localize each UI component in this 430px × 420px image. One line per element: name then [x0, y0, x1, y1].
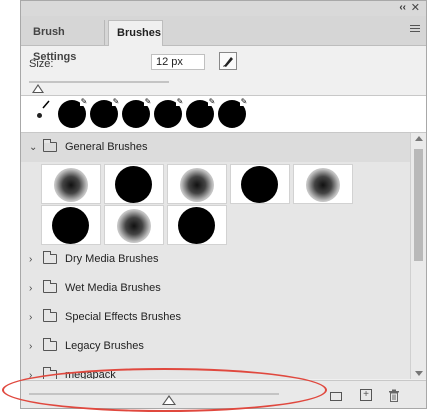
tab-bar: Brush Settings Brushes — [21, 16, 426, 63]
collapse-panel-icon[interactable]: ‹‹ — [399, 2, 406, 13]
tab-brushes[interactable]: Brushes — [108, 20, 163, 46]
brush-group-list: ⌄ General Brushes › Dry Media Brushes › … — [21, 133, 410, 379]
brush-tip-hard[interactable] — [41, 205, 101, 245]
scrollbar-thumb[interactable] — [414, 149, 423, 261]
folder-icon — [43, 338, 57, 351]
group-general-brushes[interactable]: ⌄ General Brushes — [21, 133, 410, 162]
group-label: Wet Media Brushes — [65, 282, 161, 294]
brush-edit-icon[interactable] — [219, 52, 237, 70]
group-label: Legacy Brushes — [65, 340, 144, 352]
pen-icon: ✎ — [144, 97, 152, 106]
chevron-right-icon[interactable]: › — [29, 361, 32, 379]
pen-icon: ✎ — [176, 97, 184, 106]
group-label: General Brushes — [65, 141, 148, 153]
brush-tip-hard[interactable] — [167, 205, 227, 245]
group-legacy-brushes[interactable]: › Legacy Brushes — [21, 332, 410, 361]
close-panel-icon[interactable]: ✕ — [411, 1, 420, 14]
new-group-folder-icon[interactable] — [330, 392, 342, 401]
pen-icon: ✎ — [80, 97, 88, 106]
group-megapack[interactable]: › megapack — [21, 361, 410, 379]
recent-brush-item[interactable]: ✎ — [57, 97, 88, 128]
chevron-right-icon[interactable]: › — [29, 274, 32, 303]
folder-icon — [43, 251, 57, 264]
size-slider-track[interactable] — [29, 81, 169, 83]
pen-icon: ✎ — [240, 97, 248, 106]
scroll-up-arrow-icon[interactable] — [415, 136, 423, 141]
brush-tip-hard[interactable] — [230, 164, 290, 204]
brush-tip-soft[interactable] — [293, 164, 353, 204]
preview-size-slider-track[interactable] — [29, 393, 279, 395]
bottom-toolbar: + — [21, 380, 426, 408]
new-brush-icon[interactable]: + — [360, 389, 372, 401]
scroll-down-arrow-icon[interactable] — [415, 371, 423, 376]
panel-title-strip: ‹‹ ✕ — [21, 1, 426, 17]
size-slider-thumb[interactable] — [32, 84, 44, 93]
folder-icon — [43, 367, 57, 379]
recent-brush-item[interactable]: ✎ — [121, 97, 152, 128]
recent-brush-item[interactable]: ✎ — [185, 97, 216, 128]
brushes-panel: ‹‹ ✕ Brush Settings Brushes Size: 12 px … — [20, 0, 427, 409]
brush-tip-soft[interactable] — [104, 205, 164, 245]
recent-brushes-strip: ✎ ✎ ✎ ✎ ✎ ✎ — [21, 95, 426, 133]
pen-icon: ✎ — [208, 97, 216, 106]
folder-icon — [43, 139, 57, 152]
folder-icon — [43, 280, 57, 293]
group-label: Special Effects Brushes — [65, 311, 181, 323]
group-wet-media-brushes[interactable]: › Wet Media Brushes — [21, 274, 410, 303]
size-input[interactable]: 12 px — [151, 54, 205, 70]
group-label: Dry Media Brushes — [65, 253, 159, 265]
recent-brush-item[interactable]: ✎ — [217, 97, 248, 128]
vertical-scrollbar[interactable] — [410, 133, 426, 379]
brush-tip-soft[interactable] — [167, 164, 227, 204]
group-dry-media-brushes[interactable]: › Dry Media Brushes — [21, 245, 410, 274]
preview-size-slider-thumb[interactable] — [162, 395, 176, 405]
brush-tip-soft[interactable] — [41, 164, 101, 204]
chevron-right-icon[interactable]: › — [29, 332, 32, 361]
brush-tip-hard[interactable] — [104, 164, 164, 204]
tab-brush-settings[interactable]: Brush Settings — [25, 20, 105, 63]
size-control: Size: 12 px — [21, 46, 426, 94]
recent-brush-default[interactable] — [25, 98, 53, 128]
recent-brush-item[interactable]: ✎ — [89, 97, 120, 128]
delete-trash-icon[interactable] — [388, 389, 400, 402]
recent-brush-item[interactable]: ✎ — [153, 97, 184, 128]
chevron-down-icon[interactable]: ⌄ — [29, 133, 37, 162]
chevron-right-icon[interactable]: › — [29, 303, 32, 332]
group-label: megapack — [65, 369, 116, 379]
panel-menu-icon[interactable] — [410, 25, 420, 34]
group-special-effects-brushes[interactable]: › Special Effects Brushes — [21, 303, 410, 332]
pen-icon: ✎ — [112, 97, 120, 106]
folder-icon — [43, 309, 57, 322]
chevron-right-icon[interactable]: › — [29, 245, 32, 274]
size-label: Size: — [29, 58, 54, 70]
